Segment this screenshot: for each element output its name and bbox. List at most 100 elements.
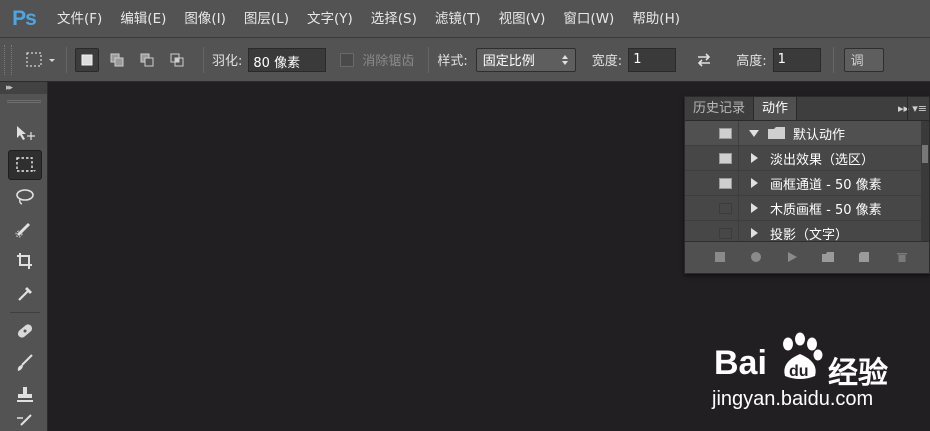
healing-brush-tool[interactable] [8,316,42,346]
toggle-checkbox[interactable] [719,177,732,189]
expand-triangle-icon[interactable] [751,153,758,163]
baidu-wordmark-jingyan: 经验 [828,357,888,390]
eyedropper-tool[interactable] [8,278,42,308]
move-icon [17,126,35,140]
menu-filter[interactable]: 滤镜(T) [426,0,490,38]
new-page-icon [859,252,869,262]
stop-icon [715,252,725,262]
toggle-item-column[interactable] [713,145,739,171]
expand-triangle-icon[interactable] [751,178,758,188]
toggle-checkbox[interactable] [719,202,732,214]
brush-icon [17,354,33,371]
toggle-checkbox[interactable] [719,227,732,239]
menu-file[interactable]: 文件(F) [48,0,111,38]
action-set-row[interactable]: 默认动作 [685,121,929,146]
toggle-item-column[interactable] [713,220,739,241]
intersect-selection-icon [170,53,184,66]
action-row[interactable]: 画框通道 - 50 像素 [685,170,929,196]
crop-icon [17,253,32,269]
action-label: 木质画框 - 50 像素 [770,202,882,218]
menu-type[interactable]: 文字(Y) [298,0,362,38]
toggle-checkbox[interactable] [719,127,732,139]
menu-window[interactable]: 窗口(W) [554,0,623,38]
menu-image[interactable]: 图像(I) [175,0,235,38]
menu-view[interactable]: 视图(V) [490,0,555,38]
paw-logo-icon: du [783,332,823,380]
anti-alias-label: 消除锯齿 [362,54,415,69]
trash-icon [897,253,907,262]
toggle-checkbox[interactable] [719,152,732,164]
record-button[interactable] [749,250,763,264]
toggle-item-column[interactable] [713,121,739,146]
actions-footer [685,241,929,273]
history-brush-icon [17,413,32,426]
tools-panel-grip[interactable] [6,100,41,103]
quick-selection-icon [15,222,31,238]
delete-button[interactable] [895,250,909,264]
marquee-preset-icon [26,51,55,67]
tool-separator [10,312,40,313]
action-label: 投影（文字） [770,227,849,242]
brush-tool[interactable] [8,348,42,378]
feather-label: 羽化: [212,54,243,69]
move-tool[interactable] [8,118,42,148]
tab-history[interactable]: 历史记录 [685,97,753,120]
anti-alias-checkbox[interactable] [340,52,355,67]
quick-selection-tool[interactable] [8,214,42,244]
toggle-item-column[interactable] [713,195,739,221]
options-bar-grip[interactable] [4,44,12,75]
tools-panel: ▸▸ [0,82,48,431]
expand-triangle-icon[interactable] [749,129,759,137]
height-input[interactable]: 1 [772,47,821,72]
action-row[interactable]: 投影（文字） [685,220,929,242]
scrollbar-thumb[interactable] [922,145,928,163]
action-row[interactable]: 淡出效果（选区） [685,145,929,171]
expand-triangle-icon[interactable] [751,228,758,238]
toggle-item-column[interactable] [713,170,739,196]
menu-help[interactable]: 帮助(H) [623,0,689,38]
actions-panel: 历史记录 动作 ▸▸ ▾≡ 默认动作 淡出效果（选区） 画框通道 - 50 像素… [684,96,930,274]
stop-button[interactable] [713,250,727,264]
add-to-selection-button[interactable] [105,48,129,72]
refine-edge-button[interactable]: 调 [843,47,884,72]
folder-icon [768,127,785,139]
baidu-jingyan-watermark: Bai du 经验 jingyan.baidu.com [712,330,924,420]
panel-menu-button[interactable]: ▾≡ [907,97,927,121]
new-action-button[interactable] [857,250,871,264]
feather-input[interactable]: 80 像素 [248,47,327,72]
new-selection-button[interactable] [75,47,99,72]
actions-scrollbar[interactable] [921,121,929,241]
width-input[interactable]: 1 [628,47,677,72]
expand-triangle-icon[interactable] [751,203,758,213]
tab-actions[interactable]: 动作 [753,97,798,120]
clone-stamp-tool[interactable] [8,380,42,410]
subtract-from-selection-icon [140,53,154,66]
style-select[interactable]: 固定比例 [475,47,576,72]
tools-panel-expand[interactable]: ▸▸ [0,82,47,94]
rectangular-marquee-tool[interactable] [8,150,42,180]
lasso-tool[interactable] [8,182,42,212]
new-set-button[interactable] [821,250,835,264]
height-label: 高度: [736,54,767,69]
paw-logo-du: du [789,363,809,380]
folder-icon [822,252,834,262]
menu-layer[interactable]: 图层(L) [235,0,298,38]
width-label: 宽度: [591,54,623,69]
record-icon [751,252,761,262]
subtract-from-selection-button[interactable] [135,48,159,72]
menu-edit[interactable]: 编辑(E) [111,0,175,38]
photoshop-logo: Ps [12,6,37,30]
play-button[interactable] [785,250,799,264]
tool-preset-picker[interactable] [24,48,58,72]
action-row[interactable]: 木质画框 - 50 像素 [685,195,929,221]
options-bar: 羽化: 80 像素 消除锯齿 样式: 固定比例 宽度: 1 高度: 1 调 [0,38,930,82]
action-set-label: 默认动作 [793,127,846,143]
menu-select[interactable]: 选择(S) [362,0,426,38]
swap-dimensions-button[interactable] [692,48,716,72]
panel-tab-bar: 历史记录 动作 ▸▸ ▾≡ [685,97,929,121]
crop-tool[interactable] [8,246,42,276]
intersect-selection-button[interactable] [165,48,189,72]
history-brush-tool[interactable] [8,412,42,431]
eyedropper-icon [18,287,32,301]
swap-arrows-icon [698,52,711,67]
